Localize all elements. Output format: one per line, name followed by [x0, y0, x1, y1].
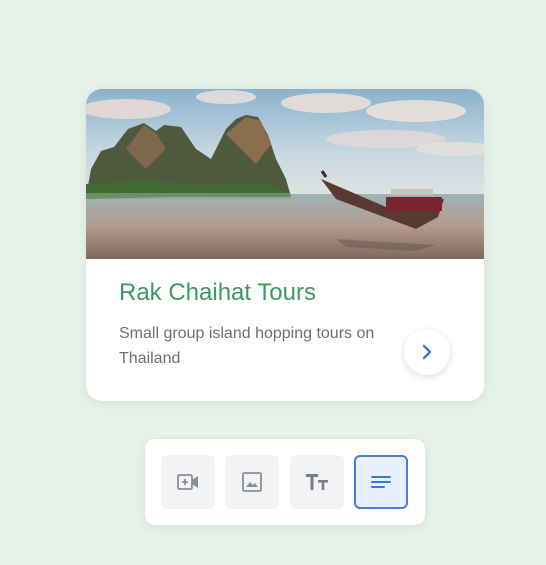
- text-size-button[interactable]: [290, 455, 344, 509]
- text-size-icon: [306, 474, 328, 490]
- paragraph-icon: [371, 476, 391, 488]
- image-icon: [242, 472, 262, 492]
- add-video-icon: [177, 474, 198, 490]
- next-button[interactable]: [404, 329, 450, 375]
- tour-card: Rak Chaihat Tours Small group island hop…: [86, 89, 484, 401]
- paragraph-button[interactable]: [354, 455, 408, 509]
- card-title: Rak Chaihat Tours: [119, 279, 316, 306]
- card-description: Small group island hopping tours on Thai…: [119, 325, 375, 367]
- add-video-button[interactable]: [161, 455, 215, 509]
- card-hero-image: [86, 89, 484, 259]
- add-image-button[interactable]: [225, 455, 279, 509]
- content-toolbar: [145, 439, 425, 525]
- chevron-right-icon: [422, 344, 432, 360]
